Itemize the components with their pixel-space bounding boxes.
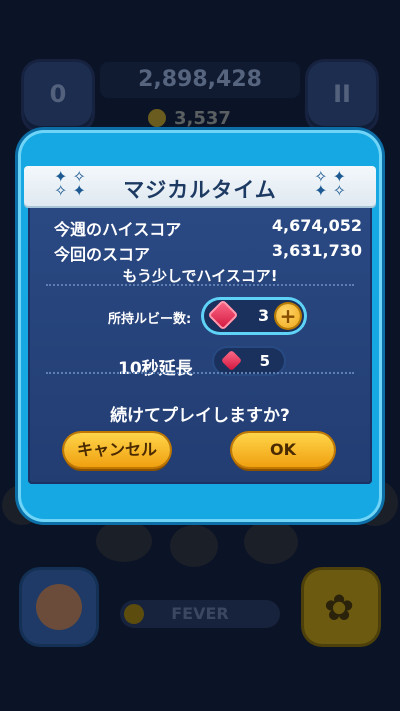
high-score-value: 4,674,052 bbox=[271, 216, 362, 235]
ruby-icon bbox=[207, 299, 239, 331]
ruby-count-label: 所持ルビー数: bbox=[108, 312, 192, 327]
extend-cost-value: 5 bbox=[259, 352, 270, 370]
high-score-row: 今週のハイスコア 4,674,052 bbox=[54, 216, 362, 240]
near-high-score-message: もう少しでハイスコア! bbox=[122, 267, 278, 285]
current-score-label: 今回のスコア bbox=[54, 245, 151, 264]
high-score-label: 今週のハイスコア bbox=[54, 220, 182, 239]
extend-cost-box: 5 bbox=[214, 348, 284, 374]
ruby-count-value: 3 bbox=[258, 306, 270, 325]
divider bbox=[46, 372, 354, 374]
cancel-button[interactable]: キャンセル bbox=[64, 433, 170, 467]
current-score-row: 今回のスコア 3,631,730 bbox=[54, 241, 362, 265]
divider bbox=[46, 284, 354, 286]
magical-time-dialog: ✦ ✧ ✧ ✦ マジカルタイム ✧ ✦ ✦ ✧ 今週のハイスコア 4,674,052… bbox=[18, 130, 382, 522]
sparkle-icon: ✧ ✦ ✦ ✧ bbox=[314, 167, 346, 200]
background-skill-button bbox=[22, 570, 96, 644]
add-ruby-button[interactable]: + bbox=[276, 304, 300, 328]
dialog-title-bar: ✦ ✧ ✧ ✦ マジカルタイム ✧ ✦ ✦ ✧ bbox=[24, 166, 376, 206]
background-score: 2,898,428 bbox=[100, 62, 300, 98]
extend-time-label: 10秒延長 bbox=[118, 359, 193, 379]
continue-question: 続けてプレイしますか? bbox=[110, 406, 290, 426]
ok-button[interactable]: OK bbox=[232, 433, 334, 467]
background-left-button-label: 0 bbox=[49, 80, 67, 108]
background-coin-count: 3,537 bbox=[174, 108, 231, 129]
background-tsum bbox=[170, 525, 218, 567]
background-left-button: 0 bbox=[24, 62, 92, 130]
ruby-count-box: 3 + bbox=[204, 299, 304, 332]
background-fever-gauge: FEVER bbox=[120, 600, 280, 628]
fever-ball-icon bbox=[124, 604, 144, 624]
background-coins: 3,537 bbox=[148, 108, 231, 129]
flower-icon: ✿ bbox=[324, 588, 355, 629]
background-item-button: ✿ bbox=[304, 570, 378, 644]
background-tsum bbox=[96, 520, 152, 562]
background-pause-button: II bbox=[308, 62, 376, 130]
current-score-value: 3,631,730 bbox=[271, 241, 362, 260]
coin-icon bbox=[148, 109, 166, 127]
pause-icon: II bbox=[333, 80, 351, 108]
background-tsum bbox=[244, 520, 298, 564]
ruby-icon bbox=[220, 349, 243, 372]
tsum-face-icon bbox=[36, 584, 82, 630]
